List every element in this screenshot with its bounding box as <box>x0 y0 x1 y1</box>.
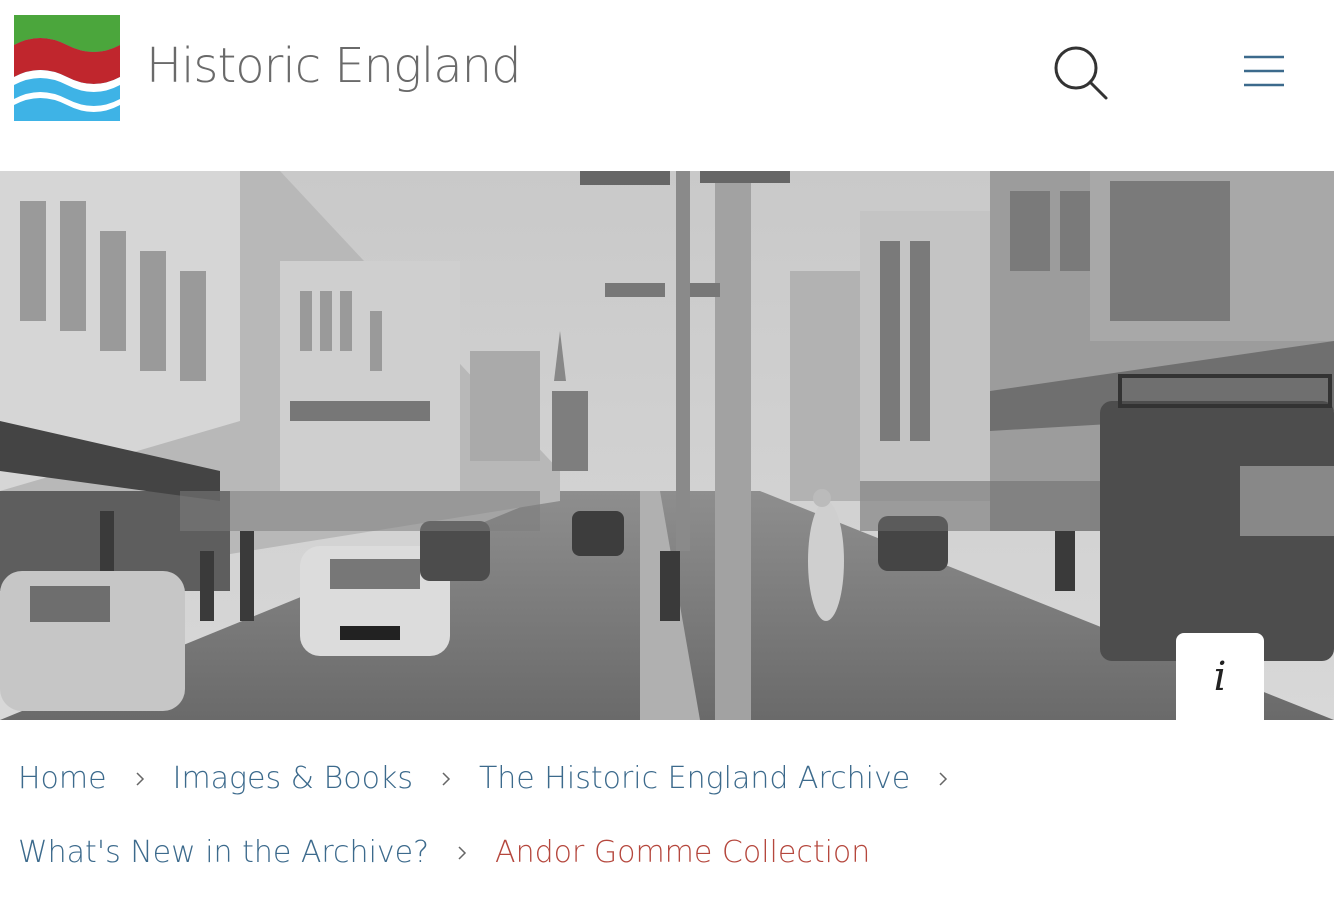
historic-england-logo[interactable] <box>14 15 120 121</box>
chevron-right-icon <box>133 772 147 786</box>
breadcrumb-home[interactable]: Home <box>18 742 107 816</box>
breadcrumb: Home Images & Books The Historic England… <box>18 742 1314 890</box>
hero-photograph <box>0 171 1334 720</box>
info-icon: i <box>1213 654 1227 700</box>
street-scene-image <box>0 171 1334 720</box>
site-header: Historic England <box>0 0 1334 171</box>
site-brand-name[interactable]: Historic England <box>146 38 522 94</box>
image-info-button[interactable]: i <box>1176 633 1264 721</box>
chevron-right-icon <box>936 772 950 786</box>
hamburger-menu-icon[interactable] <box>1240 52 1288 90</box>
breadcrumb-current-page: Andor Gomme Collection <box>495 835 871 870</box>
chevron-right-icon <box>439 772 453 786</box>
chevron-right-icon <box>455 846 469 860</box>
breadcrumb-whats-new[interactable]: What's New in the Archive? <box>18 816 429 890</box>
breadcrumb-line-2: What's New in the Archive? Andor Gomme C… <box>18 816 1314 890</box>
breadcrumb-archive[interactable]: The Historic England Archive <box>479 742 910 816</box>
breadcrumb-images-books[interactable]: Images & Books <box>173 742 413 816</box>
search-icon[interactable] <box>1052 44 1110 102</box>
breadcrumb-line-1: Home Images & Books The Historic England… <box>18 742 1314 816</box>
